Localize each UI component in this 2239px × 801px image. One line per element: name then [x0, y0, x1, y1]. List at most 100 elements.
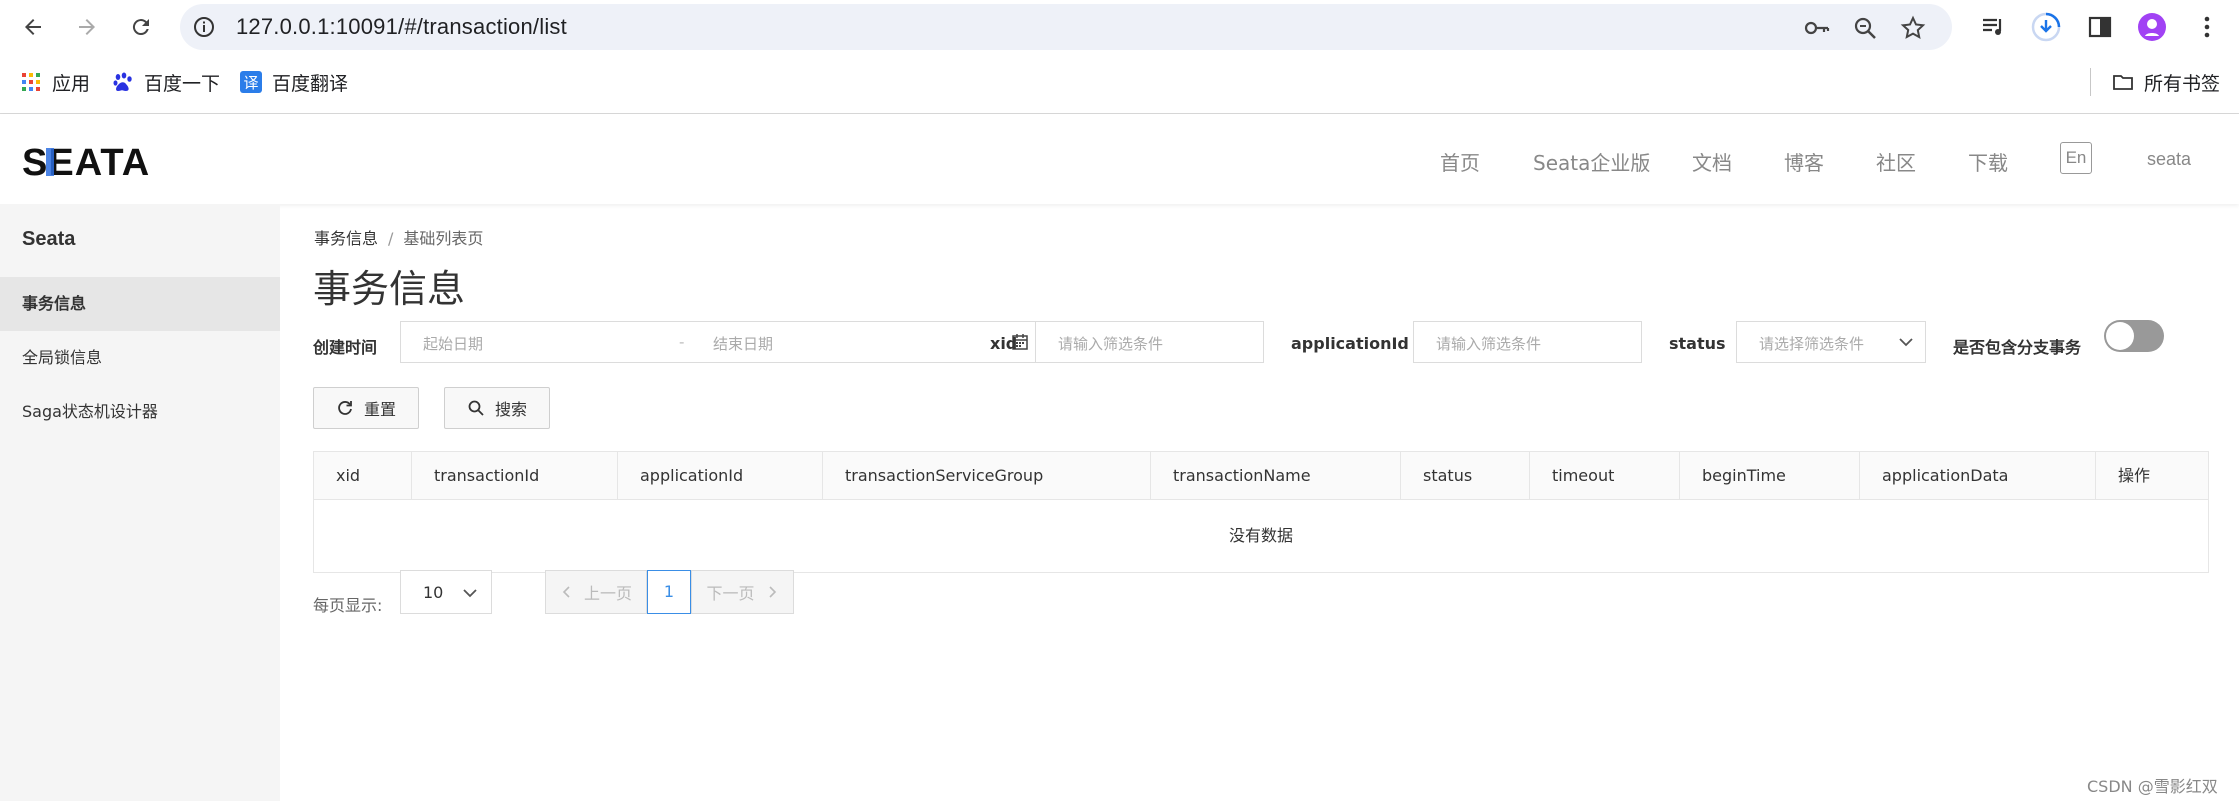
column-header: 操作: [2118, 466, 2151, 485]
start-date-placeholder[interactable]: 起始日期: [423, 333, 483, 354]
page-size-value: 10: [423, 583, 444, 602]
chevron-left-icon: [562, 586, 570, 598]
seata-logo[interactable]: SEATA: [22, 142, 152, 178]
page-size-label: 每页显示:: [313, 596, 383, 615]
url-text: 127.0.0.1:10091/#/transaction/list: [236, 14, 567, 39]
address-bar[interactable]: 127.0.0.1:10091/#/transaction/list: [180, 4, 1952, 50]
sidebar-item-transactions[interactable]: 事务信息: [0, 277, 280, 331]
site-info-icon[interactable]: [192, 15, 216, 39]
column-header: applicationId: [618, 452, 823, 500]
back-icon[interactable]: [16, 10, 50, 44]
side-panel-icon[interactable]: [2085, 12, 2115, 42]
chevron-right-icon: [768, 586, 776, 598]
nav-enterprise[interactable]: Seata企业版: [1533, 147, 1650, 176]
search-label: 搜索: [494, 400, 527, 419]
reload-icon[interactable]: [124, 10, 158, 44]
xid-placeholder: 请输入筛选条件: [1058, 335, 1164, 353]
translate-icon: 译: [240, 71, 262, 93]
toggle-knob: [2106, 322, 2134, 350]
bookmark-label: 百度一下: [144, 72, 221, 95]
page-size-select[interactable]: 10: [400, 570, 492, 614]
forward-icon[interactable]: [70, 10, 104, 44]
language-switch[interactable]: En: [2060, 142, 2092, 174]
date-range-picker[interactable]: 起始日期 - 结束日期: [400, 321, 1043, 363]
next-page-button[interactable]: 下一页: [691, 570, 794, 614]
page-number-current[interactable]: 1: [647, 570, 691, 614]
download-icon[interactable]: [2031, 12, 2061, 42]
bookmarks-bar: 应用 百度一下 译 百度翻译 所有书签: [0, 62, 2239, 102]
column-header: xid: [314, 452, 412, 500]
bookmark-apps[interactable]: 应用: [20, 68, 90, 96]
prev-page-button[interactable]: 上一页: [545, 570, 647, 614]
user-name[interactable]: seata: [2147, 149, 2191, 170]
nav-community[interactable]: 社区: [1876, 147, 1916, 176]
status-label: status: [1669, 334, 1726, 353]
nav-home[interactable]: 首页: [1440, 147, 1480, 176]
app-header: SEATA 首页 Seata企业版 文档 博客 社区 下载 En seata: [0, 114, 2239, 204]
created-time-label: 创建时间: [313, 338, 378, 357]
folder-icon: [2112, 71, 2134, 93]
all-bookmarks[interactable]: 所有书签: [2112, 68, 2220, 96]
sidebar-title: Seata: [22, 228, 76, 250]
application-id-input[interactable]: 请输入筛选条件: [1413, 321, 1642, 363]
column-header: status: [1401, 452, 1530, 500]
xid-input[interactable]: 请输入筛选条件: [1035, 321, 1264, 363]
chevron-down-icon: [461, 584, 479, 606]
breadcrumb-separator: /: [388, 229, 394, 248]
star-bookmark-icon[interactable]: [1900, 15, 1926, 41]
application-id-placeholder: 请输入筛选条件: [1436, 335, 1542, 353]
apps-grid-icon: [20, 71, 42, 93]
sidebar: Seata 事务信息 全局锁信息 Saga状态机设计器: [0, 204, 280, 801]
sidebar-item-global-locks[interactable]: 全局锁信息: [0, 331, 280, 385]
range-separator: -: [679, 333, 685, 351]
column-header: beginTime: [1680, 452, 1860, 500]
include-branch-label: 是否包含分支事务: [1953, 338, 2082, 357]
main-content: 事务信息 / 基础列表页 事务信息 创建时间 起始日期 - 结束日期 xid 请输入…: [280, 204, 2239, 801]
transaction-table: xid transactionId applicationId transact…: [313, 451, 2209, 573]
browser-toolbar: 127.0.0.1:10091/#/transaction/list: [0, 0, 2239, 54]
menu-kebab-icon[interactable]: [2192, 12, 2222, 42]
status-placeholder: 请选择筛选条件: [1759, 335, 1865, 353]
application-id-label: applicationId: [1291, 334, 1409, 353]
prev-page-label: 上一页: [583, 584, 632, 603]
csdn-watermark: CSDN @雪影红双: [2087, 777, 2218, 796]
column-header: transactionId: [412, 452, 618, 500]
include-branch-toggle[interactable]: [2104, 320, 2164, 352]
column-header: timeout: [1530, 452, 1680, 500]
profile-avatar-icon[interactable]: [2137, 12, 2167, 42]
nav-download[interactable]: 下载: [1968, 147, 2008, 176]
page-title: 事务信息: [313, 267, 466, 311]
table-header: xid transactionId applicationId transact…: [314, 452, 2208, 500]
breadcrumb: 事务信息 / 基础列表页: [314, 225, 483, 249]
column-header: transactionName: [1151, 452, 1401, 500]
bookmark-label: 应用: [52, 72, 91, 95]
empty-state: 没有数据: [1228, 526, 1293, 545]
chevron-down-icon: [1897, 333, 1915, 355]
column-header: applicationData: [1860, 452, 2096, 500]
column-header: transactionServiceGroup: [823, 452, 1151, 500]
xid-label: xid: [990, 334, 1018, 353]
logo-text: SEATA: [22, 142, 150, 178]
nav-docs[interactable]: 文档: [1692, 147, 1732, 176]
reset-button[interactable]: 重置: [313, 387, 419, 429]
baidu-paw-icon: [112, 71, 134, 93]
refresh-icon: [338, 401, 352, 415]
breadcrumb-parent[interactable]: 事务信息: [314, 229, 378, 248]
breadcrumb-current: 基础列表页: [403, 229, 484, 248]
media-queue-icon[interactable]: [1978, 12, 2008, 42]
sidebar-item-saga-designer[interactable]: Saga状态机设计器: [0, 385, 280, 439]
search-button[interactable]: 搜索: [444, 387, 550, 429]
search-icon: [468, 400, 484, 416]
bookmark-baidu[interactable]: 百度一下: [112, 68, 220, 96]
all-bookmarks-label: 所有书签: [2144, 72, 2221, 95]
next-page-label: 下一页: [706, 584, 755, 603]
password-key-icon[interactable]: [1804, 15, 1830, 41]
bookmarks-divider: [2090, 68, 2091, 96]
nav-blog[interactable]: 博客: [1784, 147, 1824, 176]
zoom-icon[interactable]: [1852, 15, 1878, 41]
bookmark-baidu-translate[interactable]: 译 百度翻译: [240, 68, 348, 96]
bookmark-label: 百度翻译: [272, 72, 349, 95]
reset-label: 重置: [363, 400, 396, 419]
status-select[interactable]: 请选择筛选条件: [1736, 321, 1926, 363]
end-date-placeholder[interactable]: 结束日期: [713, 333, 773, 354]
